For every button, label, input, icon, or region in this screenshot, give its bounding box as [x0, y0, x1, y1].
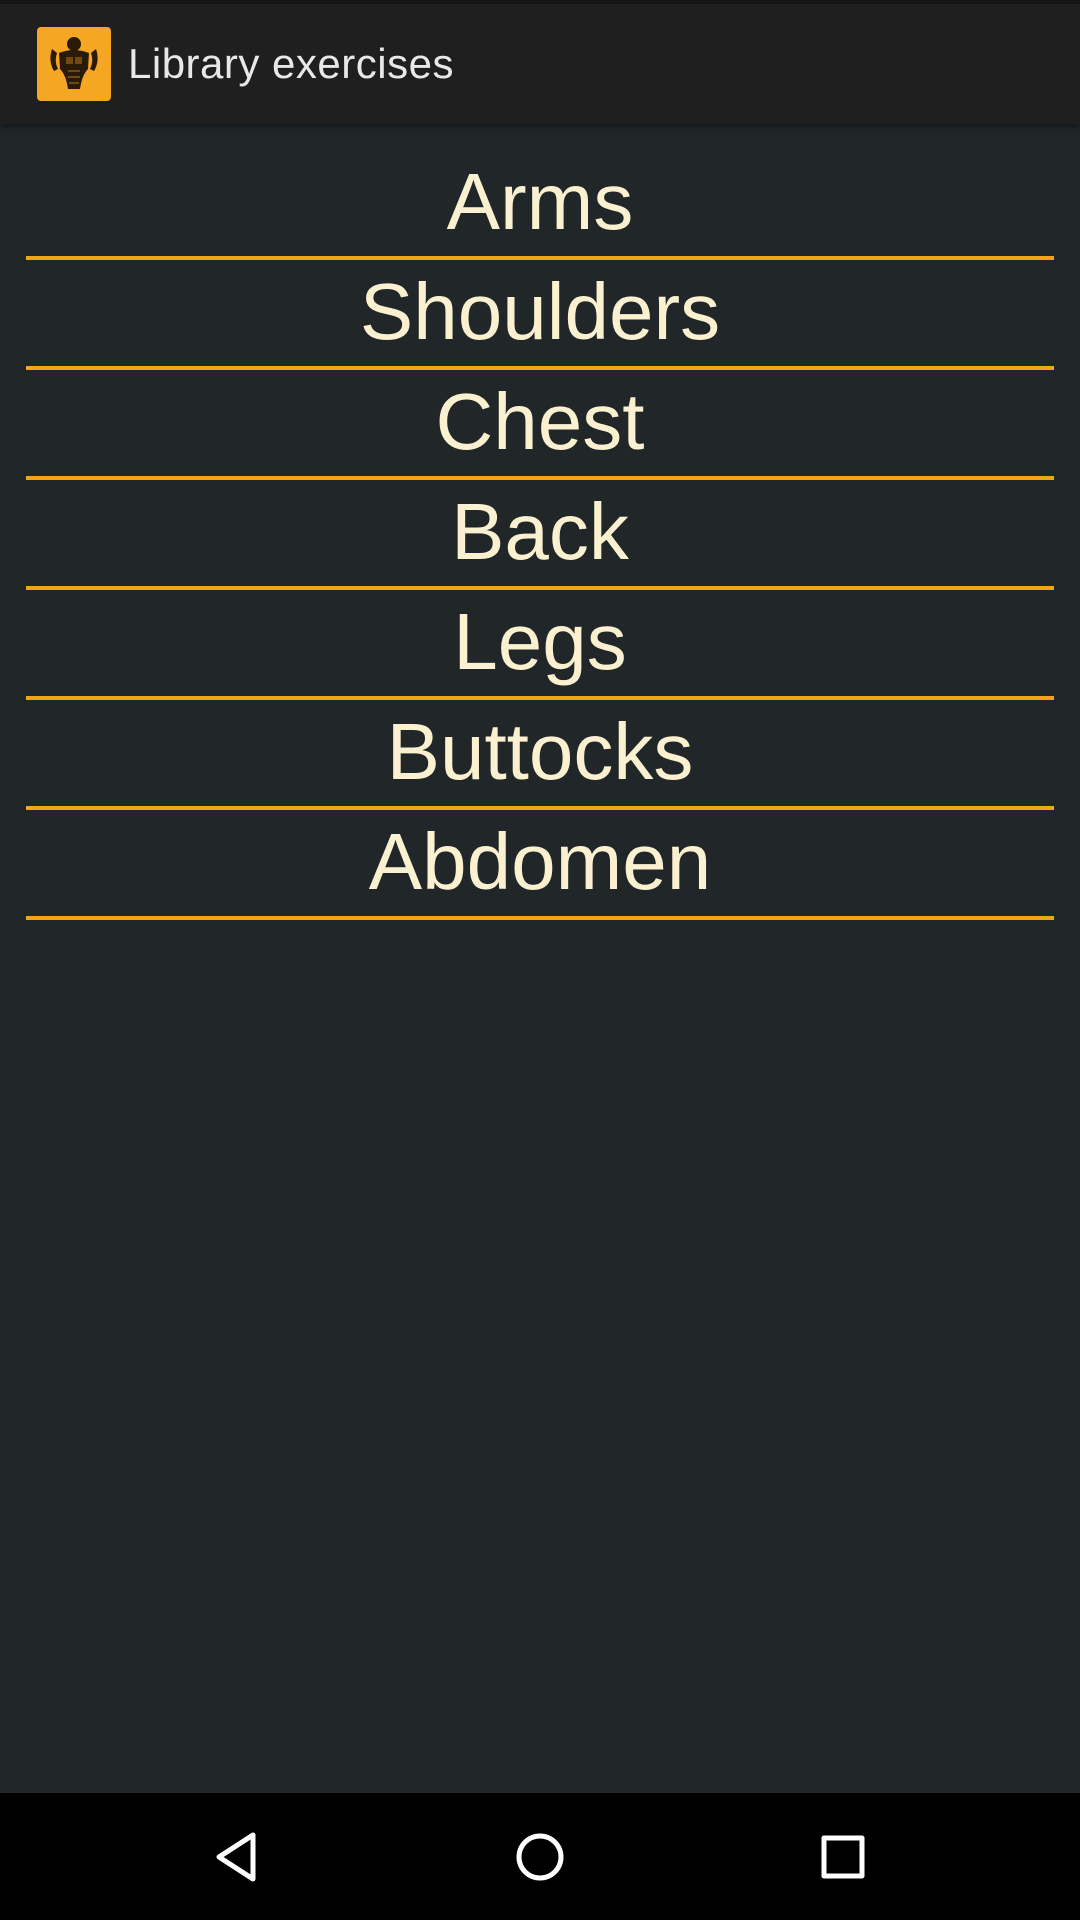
action-bar: Library exercises: [0, 0, 1080, 124]
muscle-man-icon[interactable]: [37, 27, 111, 101]
category-item-back[interactable]: Back: [26, 480, 1054, 590]
category-item-buttocks[interactable]: Buttocks: [26, 700, 1054, 810]
screen: Library exercises Arms Shoulders Chest B…: [0, 0, 1080, 1920]
category-item-abdomen[interactable]: Abdomen: [26, 810, 1054, 920]
system-nav-bar: [0, 1793, 1080, 1920]
category-list: Arms Shoulders Chest Back Legs Buttocks …: [26, 150, 1054, 920]
category-label: Shoulders: [359, 267, 721, 356]
category-item-shoulders[interactable]: Shoulders: [26, 260, 1054, 370]
category-label: Arms: [446, 157, 634, 246]
category-item-legs[interactable]: Legs: [26, 590, 1054, 700]
recents-square-icon[interactable]: [773, 1793, 913, 1920]
home-circle-icon[interactable]: [470, 1793, 610, 1920]
category-label: Abdomen: [368, 817, 712, 906]
category-label: Legs: [453, 597, 627, 686]
back-triangle-icon[interactable]: [167, 1793, 307, 1920]
category-item-chest[interactable]: Chest: [26, 370, 1054, 480]
page-title: Library exercises: [128, 40, 454, 87]
category-label: Buttocks: [386, 707, 694, 796]
category-item-arms[interactable]: Arms: [26, 150, 1054, 260]
category-label: Back: [451, 487, 629, 576]
category-label: Chest: [435, 377, 645, 466]
